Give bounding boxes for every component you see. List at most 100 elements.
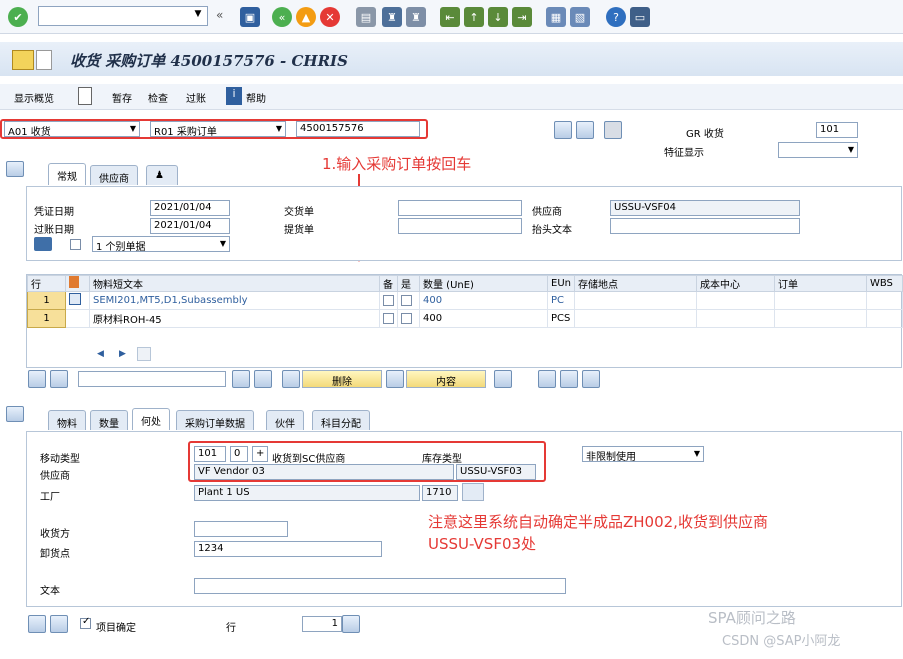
prev-page-icon[interactable]: ↑ xyxy=(464,7,484,27)
first-page-icon[interactable]: ⇤ xyxy=(440,7,460,27)
overview-button[interactable]: 显示概览 xyxy=(14,90,54,105)
find-next-icon[interactable]: ♜ xyxy=(406,7,426,27)
print-icon[interactable]: ▤ xyxy=(356,7,376,27)
tab-where[interactable]: 何处 xyxy=(132,408,170,430)
tab-partner-icon[interactable]: ♟ xyxy=(146,165,178,185)
scroll-left-icon[interactable]: ◀ xyxy=(97,349,104,359)
trash-icon[interactable] xyxy=(282,370,300,388)
row-cc[interactable] xyxy=(695,309,775,328)
row-unit[interactable]: PC xyxy=(547,291,575,310)
export-icon[interactable] xyxy=(560,370,578,388)
row-wbs[interactable] xyxy=(865,309,903,328)
tab-quantity[interactable]: 数量 xyxy=(90,410,128,430)
recipient-input[interactable] xyxy=(194,521,288,537)
tab-vendor[interactable]: 供应商 xyxy=(90,165,138,185)
row-order[interactable] xyxy=(773,309,867,328)
table-row[interactable]: 1 SEMI201,MT5,D1,Subassembly 400 PC xyxy=(27,291,903,310)
row-order[interactable] xyxy=(773,291,867,310)
table-row[interactable]: 1 原材料ROH-45 400 PCS xyxy=(27,309,903,328)
next-page-icon[interactable]: ↓ xyxy=(488,7,508,27)
import-icon[interactable] xyxy=(582,370,600,388)
collapse-icon[interactable]: « xyxy=(216,8,223,22)
find-icon[interactable]: ♜ xyxy=(382,7,402,27)
tab-po-data[interactable]: 采购订单数据 xyxy=(176,410,254,430)
mvt-sub-input[interactable]: 0 xyxy=(230,446,248,462)
check-button[interactable]: 检查 xyxy=(148,90,168,105)
slip-select[interactable]: 1 个别单据 ▼ xyxy=(92,236,230,252)
help-icon[interactable]: ? xyxy=(606,7,626,27)
expand-detail-icon[interactable] xyxy=(6,406,24,422)
bill-lading-input[interactable] xyxy=(398,218,522,234)
header-text-input[interactable] xyxy=(610,218,800,234)
scroll-right-icon[interactable]: ▶ xyxy=(119,349,126,359)
unload-input[interactable]: 1234 xyxy=(194,541,382,557)
expand-header-icon[interactable] xyxy=(6,161,24,177)
delete-button[interactable]: 删除 xyxy=(302,370,382,388)
row-line[interactable]: 1 xyxy=(27,291,66,310)
find-next-icon[interactable] xyxy=(254,370,272,388)
text-input[interactable] xyxy=(194,578,566,594)
post-date-input[interactable]: 2021/01/04 xyxy=(150,218,230,234)
row-sloc[interactable] xyxy=(573,291,697,310)
enter-icon[interactable]: ✔ xyxy=(8,7,28,27)
flag-checkbox[interactable] xyxy=(383,294,394,306)
po-number-input[interactable]: 4500157576 xyxy=(296,121,420,137)
sort-icon[interactable] xyxy=(28,370,46,388)
command-field[interactable]: ▼ xyxy=(38,6,208,26)
row-qty[interactable]: 400 xyxy=(419,309,548,328)
col-order: 订单 xyxy=(773,275,867,292)
mvt-input[interactable]: 101 xyxy=(194,446,226,462)
shortcut-icon[interactable]: ▧ xyxy=(570,7,590,27)
item-ok-checkbox[interactable] xyxy=(401,294,412,306)
layout-icon[interactable]: ▭ xyxy=(630,7,650,27)
action-select[interactable]: A01 收货 ▼ xyxy=(4,121,140,137)
stock-type-select[interactable]: 非限制使用 ▼ xyxy=(582,446,704,462)
grid-icon[interactable] xyxy=(604,121,622,139)
help-button[interactable]: 帮助 xyxy=(246,90,266,105)
doc-date-input[interactable]: 2021/01/04 xyxy=(150,200,230,216)
tab-account[interactable]: 科目分配 xyxy=(312,410,370,430)
feature-select[interactable]: ▼ xyxy=(778,142,858,158)
cancel-icon[interactable]: ✕ xyxy=(320,7,340,27)
mvt-plus[interactable]: + xyxy=(252,446,268,462)
item-ok-checkbox[interactable] xyxy=(401,312,412,324)
delivery-note-input[interactable] xyxy=(398,200,522,216)
row-line[interactable]: 1 xyxy=(27,309,66,328)
last-page-icon[interactable]: ⇥ xyxy=(512,7,532,27)
scroll-end-icon[interactable] xyxy=(137,347,151,361)
item-ok-checkbox[interactable]: ✓ xyxy=(80,616,91,629)
tab-material[interactable]: 物料 xyxy=(48,410,86,430)
row-cc[interactable] xyxy=(695,291,775,310)
execute-icon[interactable] xyxy=(554,121,572,139)
row-unit[interactable]: PCS xyxy=(547,309,575,328)
grid-search-input[interactable] xyxy=(78,371,226,387)
tab-general[interactable]: 常规 xyxy=(48,163,86,185)
search-icon[interactable] xyxy=(576,121,594,139)
exit-icon[interactable]: ▲ xyxy=(296,7,316,27)
goto-line-icon[interactable] xyxy=(342,615,360,633)
ref-doc-select[interactable]: R01 采购订单 ▼ xyxy=(150,121,286,137)
filter-icon[interactable] xyxy=(50,370,68,388)
new-session-icon[interactable]: ▦ xyxy=(546,7,566,27)
tab-partner[interactable]: 伙伴 xyxy=(266,410,304,430)
hold-button[interactable]: 暂存 xyxy=(112,90,132,105)
next-item-icon[interactable] xyxy=(50,615,68,633)
row-sloc[interactable] xyxy=(573,309,697,328)
row-qty[interactable]: 400 xyxy=(419,291,548,310)
print-checkbox[interactable] xyxy=(70,239,81,250)
back-icon[interactable]: « xyxy=(272,7,292,27)
find-icon[interactable] xyxy=(232,370,250,388)
copy-icon[interactable] xyxy=(386,370,404,388)
acct-icon[interactable] xyxy=(538,370,556,388)
save-icon[interactable]: ▣ xyxy=(240,7,260,27)
settings-icon[interactable] xyxy=(494,370,512,388)
line-input[interactable]: 1 xyxy=(302,616,342,632)
flag-checkbox[interactable] xyxy=(383,312,394,324)
new-doc-icon[interactable] xyxy=(78,87,92,105)
gr-mvt-input[interactable]: 101 xyxy=(816,122,858,138)
row-wbs[interactable] xyxy=(865,291,903,310)
content-button[interactable]: 内容 xyxy=(406,370,486,388)
post-button[interactable]: 过账 xyxy=(186,90,206,105)
plant-map-icon[interactable] xyxy=(462,483,484,501)
prev-item-icon[interactable] xyxy=(28,615,46,633)
